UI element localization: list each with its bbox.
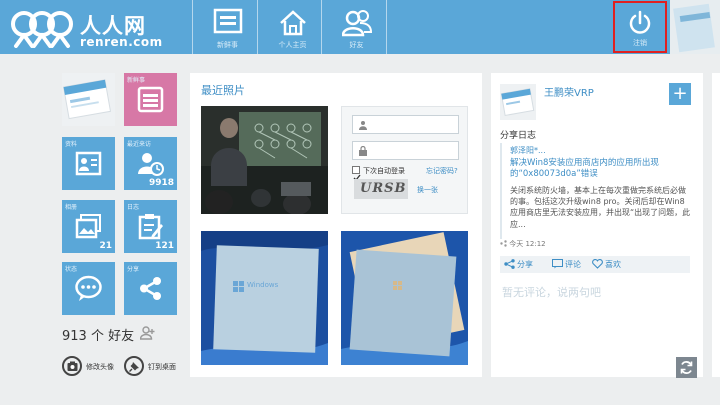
nav-news-button[interactable]: 新鲜事 <box>192 0 262 54</box>
comment-label: 评论 <box>565 260 581 269</box>
nav-home-label: 个人主页 <box>278 41 307 49</box>
logout-label: 注销 <box>633 39 647 47</box>
post-excerpt: 关闭系统防火墙，基本上在每次重做完系统后必做的事。包括这次升级win8 pro。… <box>510 186 691 229</box>
login-username-field <box>352 115 459 134</box>
logout-button[interactable]: 注销 <box>613 1 667 53</box>
nav-home-button[interactable]: 个人主页 <box>257 0 327 54</box>
author-avatar[interactable] <box>500 84 536 120</box>
add-icon[interactable]: + <box>669 83 691 105</box>
tile-share-label: 分享 <box>127 266 140 273</box>
post-title-link[interactable]: 解决Win8安装应用商店内的应用所出现的“0x80073d0a”错误 <box>510 158 690 180</box>
visitors-count: 9918 <box>148 178 174 188</box>
next-feed-card-edge <box>712 73 720 377</box>
photo-login-screenshot[interactable]: 下次自动登录 忘记密码? URSB 换一张 <box>341 106 468 214</box>
tile-profile-label: 资料 <box>65 141 78 148</box>
comment-icon <box>552 259 563 269</box>
windows-card-photo <box>201 231 328 365</box>
windows-caption: Windows <box>247 281 279 289</box>
friends-count[interactable]: 913 个 好友 <box>62 325 134 344</box>
pin-desktop-label: 钉到桌面 <box>148 363 176 371</box>
feed-action-bar: 分享 评论 喜欢 <box>500 256 690 273</box>
remember-label: 下次自动登录 <box>363 167 405 175</box>
author-avatar-image <box>500 84 536 120</box>
tile-album-label: 相册 <box>65 204 78 211</box>
tile-visitors[interactable]: 最近来访 9918 <box>124 137 177 190</box>
logo-url: renren.com <box>80 35 163 49</box>
shared-post-card: 郭泽阳*... 解决Win8安装应用商店内的应用所出现的“0x80073d0a”… <box>500 143 690 239</box>
photo-windows-card[interactable]: Windows <box>201 231 328 365</box>
renren-logo[interactable]: 人人网 renren.com <box>10 5 180 51</box>
forgot-password-link: 忘记密码? <box>426 167 458 175</box>
id-card-icon <box>75 151 102 176</box>
tile-news-label: 新鲜事 <box>127 77 146 84</box>
captcha-image: URSB <box>354 179 408 199</box>
photo-album-icon <box>75 214 101 239</box>
change-avatar-label: 修改头像 <box>86 363 114 371</box>
tile-status[interactable]: 状态 <box>62 262 115 315</box>
album-count: 21 <box>99 241 112 251</box>
no-comment-prompt[interactable]: 暂无评论，说两句吧 <box>502 284 601 300</box>
nav-divider <box>386 0 387 54</box>
feed-action-text: 分享日志 <box>500 131 537 141</box>
presentation-photo <box>201 106 328 214</box>
nav-friends-label: 好友 <box>349 41 364 49</box>
camera-icon <box>62 356 82 376</box>
visitor-clock-icon <box>138 153 164 176</box>
share-icon <box>140 277 161 300</box>
feed-panel: 王鹏荣VRP + 分享日志 郭泽阳*... 解决Win8安装应用商店内的应用所出… <box>491 73 703 378</box>
renren-logo-icon <box>11 11 73 48</box>
recent-photos-title: 最近照片 <box>201 84 245 97</box>
clipboard-edit-icon <box>138 214 163 240</box>
news-icon <box>213 8 243 34</box>
top-bar: 人人网 renren.com 新鲜事 个人主页 好友 注销 <box>0 0 720 54</box>
power-icon <box>629 10 651 34</box>
login-password-field <box>352 141 459 160</box>
tile-share[interactable]: 分享 <box>124 262 177 315</box>
home-icon <box>280 10 306 36</box>
avatar-image <box>62 73 115 126</box>
refresh-button[interactable] <box>676 357 697 378</box>
recent-photos-panel: 最近照片 下次自动登录 忘记密码? URSB 换一张 Windows <box>190 73 482 377</box>
photo-windows-card-angled[interactable] <box>341 231 468 365</box>
windows-card-angled-photo <box>341 231 468 365</box>
like-label: 喜欢 <box>605 260 621 269</box>
friends-icon <box>342 10 372 37</box>
comment-button[interactable]: 评论 <box>552 259 581 270</box>
tile-status-label: 状态 <box>65 266 78 273</box>
lock-icon <box>359 146 367 156</box>
remember-checkbox <box>352 166 361 181</box>
tile-visitors-label: 最近来访 <box>127 141 152 148</box>
tile-blog[interactable]: 日志 121 <box>124 200 177 253</box>
original-author-link[interactable]: 郭泽阳*... <box>510 145 546 156</box>
photo-presentation[interactable] <box>201 106 328 214</box>
decorative-thumbnail <box>670 0 720 54</box>
tile-news[interactable]: 新鲜事 <box>124 73 177 126</box>
like-button[interactable]: 喜欢 <box>592 259 621 270</box>
heart-icon <box>592 259 603 269</box>
pin-icon <box>124 356 144 376</box>
author-name[interactable]: 王鹏荣VRP <box>544 84 594 99</box>
tile-album[interactable]: 相册 21 <box>62 200 115 253</box>
nav-news-label: 新鲜事 <box>217 41 238 49</box>
blog-count: 121 <box>155 241 174 251</box>
share-label: 分享 <box>517 260 533 269</box>
refresh-icon <box>680 361 693 374</box>
news-icon <box>137 86 164 113</box>
captcha-refresh-link: 换一张 <box>417 186 438 194</box>
user-icon <box>359 121 367 130</box>
user-avatar[interactable] <box>62 73 115 126</box>
tile-blog-label: 日志 <box>127 204 140 211</box>
post-time-text: 今天 12:12 <box>509 240 546 248</box>
add-friend-icon[interactable] <box>140 326 156 340</box>
share-icon <box>504 259 515 269</box>
nav-friends-button[interactable]: 好友 <box>321 0 391 54</box>
post-time: 今天 12:12 <box>500 239 546 249</box>
share-button[interactable]: 分享 <box>504 259 533 270</box>
tile-profile[interactable]: 资料 <box>62 137 115 190</box>
chat-bubble-icon <box>75 275 102 301</box>
share-small-icon <box>500 240 507 247</box>
